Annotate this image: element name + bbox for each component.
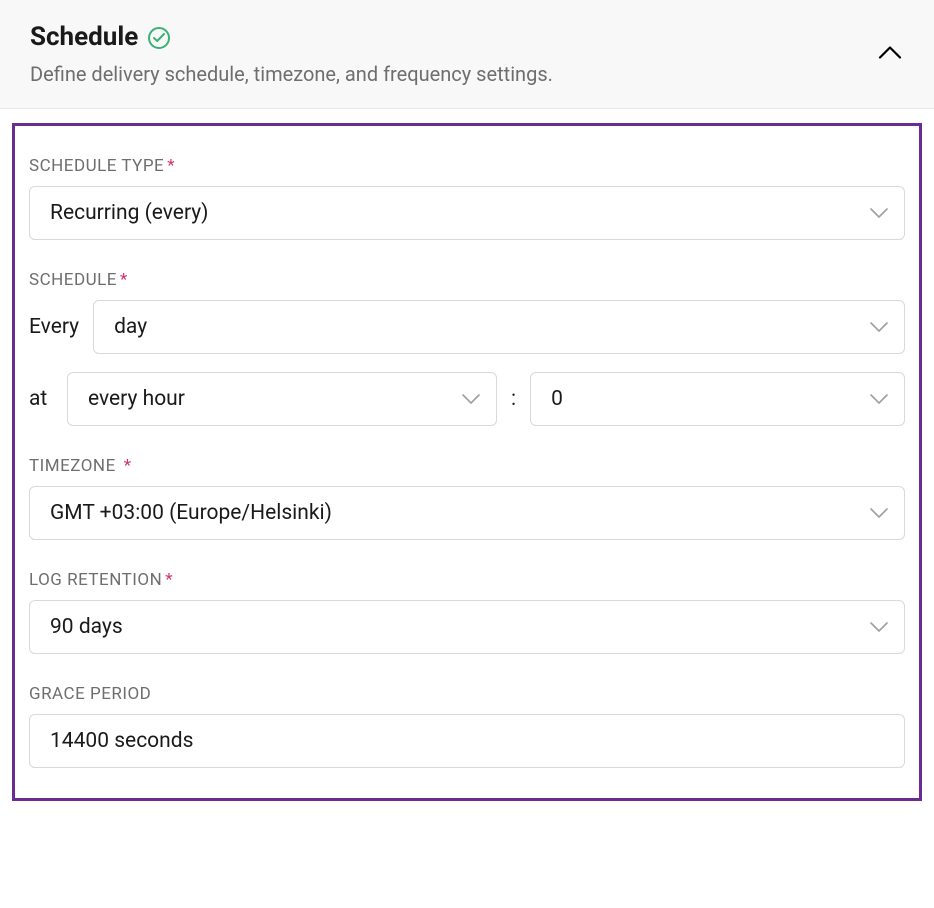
check-circle-icon bbox=[148, 27, 170, 49]
schedule-type-label: SCHEDULE TYPE* bbox=[29, 156, 905, 176]
hour-select[interactable]: every hour bbox=[67, 372, 497, 426]
minute-select[interactable]: 0 bbox=[530, 372, 905, 426]
chevron-up-icon bbox=[878, 46, 902, 60]
log-retention-label: LOG RETENTION* bbox=[29, 570, 905, 590]
grace-period-label: GRACE PERIOD bbox=[29, 684, 905, 704]
collapse-toggle[interactable] bbox=[878, 45, 902, 64]
grace-period-field: GRACE PERIOD bbox=[29, 684, 905, 768]
chevron-down-icon bbox=[462, 387, 480, 411]
section-header: Schedule Define delivery schedule, timez… bbox=[0, 0, 934, 109]
schedule-form: SCHEDULE TYPE* Recurring (every) SCHEDUL… bbox=[12, 123, 922, 801]
chevron-down-icon bbox=[870, 387, 888, 411]
required-marker: * bbox=[124, 456, 132, 476]
chevron-down-icon bbox=[870, 315, 888, 339]
time-colon: : bbox=[511, 387, 516, 411]
timezone-select[interactable]: GMT +03:00 (Europe/Helsinki) bbox=[29, 486, 905, 540]
minute-value: 0 bbox=[551, 387, 563, 411]
schedule-type-field: SCHEDULE TYPE* Recurring (every) bbox=[29, 156, 905, 240]
schedule-type-select[interactable]: Recurring (every) bbox=[29, 186, 905, 240]
timezone-value: GMT +03:00 (Europe/Helsinki) bbox=[50, 501, 332, 525]
timezone-label: TIMEZONE* bbox=[29, 456, 905, 476]
required-marker: * bbox=[120, 270, 128, 290]
schedule-label: SCHEDULE* bbox=[29, 270, 905, 290]
chevron-down-icon bbox=[870, 501, 888, 525]
required-marker: * bbox=[165, 570, 173, 590]
section-subtitle: Define delivery schedule, timezone, and … bbox=[30, 62, 904, 86]
interval-unit-value: day bbox=[114, 315, 147, 339]
log-retention-select[interactable]: 90 days bbox=[29, 600, 905, 654]
required-marker: * bbox=[167, 156, 175, 176]
log-retention-value: 90 days bbox=[50, 615, 123, 639]
section-title: Schedule bbox=[30, 22, 138, 52]
chevron-down-icon bbox=[870, 615, 888, 639]
interval-unit-select[interactable]: day bbox=[93, 300, 905, 354]
log-retention-field: LOG RETENTION* 90 days bbox=[29, 570, 905, 654]
every-prefix: Every bbox=[29, 315, 79, 339]
schedule-type-value: Recurring (every) bbox=[50, 201, 209, 225]
grace-period-input[interactable] bbox=[29, 714, 905, 768]
hour-value: every hour bbox=[88, 387, 185, 411]
chevron-down-icon bbox=[870, 201, 888, 225]
timezone-field: TIMEZONE* GMT +03:00 (Europe/Helsinki) bbox=[29, 456, 905, 540]
schedule-field: SCHEDULE* Every day at every hour : 0 bbox=[29, 270, 905, 426]
at-prefix: at bbox=[29, 387, 53, 411]
